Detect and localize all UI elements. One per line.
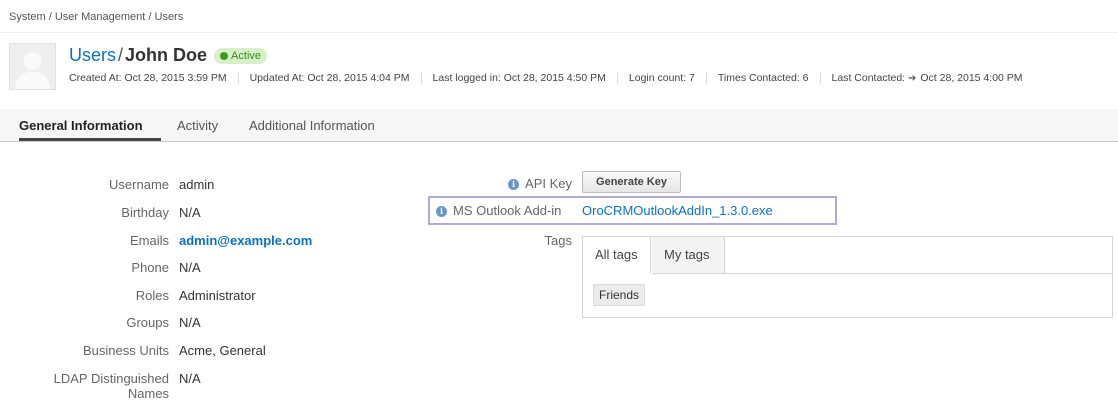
avatar	[9, 43, 56, 90]
tags-panel: All tags My tags Friends	[582, 236, 1113, 318]
created-at: Created At: Oct 28, 2015 3:59 PM	[69, 72, 227, 84]
divider	[0, 32, 1118, 33]
page-title: Users / John Doe Active	[69, 45, 268, 66]
ldap-label: LDAP Distinguished Names	[20, 371, 169, 401]
tab-additional-information[interactable]: Additional Information	[249, 109, 375, 140]
phone-value: N/A	[179, 260, 201, 275]
business-units-label: Business Units	[83, 343, 169, 358]
username-label: Username	[109, 177, 169, 192]
roles-value: Administrator	[179, 288, 256, 303]
outlook-addin-label-text: MS Outlook Add-in	[453, 203, 562, 218]
groups-label: Groups	[126, 315, 169, 330]
login-count: Login count: 7	[616, 72, 706, 84]
tab-general-information[interactable]: General Information	[19, 109, 161, 141]
info-icon[interactable]: i	[436, 206, 447, 217]
business-units-value: Acme, General	[179, 343, 266, 358]
tab-my-tags[interactable]: My tags	[652, 237, 725, 274]
ldap-label-line1: LDAP Distinguished	[53, 371, 169, 386]
outlook-addin-label: i MS Outlook Add-in	[436, 203, 561, 218]
status-dot-icon	[220, 51, 229, 60]
tab-bar: General Information Activity Additional …	[0, 109, 1118, 142]
users-link[interactable]: Users	[69, 45, 116, 66]
birthday-label: Birthday	[121, 205, 169, 220]
sign-in-icon: ➔	[908, 73, 917, 84]
ldap-value: N/A	[179, 371, 201, 386]
user-meta: Created At: Oct 28, 2015 3:59 PM Updated…	[69, 72, 1034, 84]
username-value: admin	[179, 177, 215, 192]
last-logged-in: Last logged in: Oct 28, 2015 4:50 PM	[420, 72, 617, 84]
breadcrumb: System / User Management / Users	[9, 11, 184, 23]
user-silhouette-icon	[15, 52, 50, 89]
emails-label: Emails	[129, 233, 169, 248]
tab-all-tags[interactable]: All tags	[583, 237, 651, 273]
tag-chip[interactable]: Friends	[593, 284, 646, 306]
ldap-label-line2: Names	[127, 386, 169, 401]
phone-label: Phone	[131, 260, 169, 275]
last-contacted: Last Contacted: ➔ Oct 28, 2015 4:00 PM	[819, 72, 1034, 84]
generate-key-button[interactable]: Generate Key	[582, 171, 681, 193]
status-badge: Active	[214, 47, 268, 64]
outlook-addin-download-link[interactable]: OroCRMOutlookAddIn_1.3.0.exe	[582, 203, 773, 218]
last-contacted-label: Last Contacted:	[831, 72, 906, 84]
status-label: Active	[231, 49, 262, 62]
email-link[interactable]: admin@example.com	[179, 233, 312, 248]
groups-value: N/A	[179, 315, 201, 330]
tab-activity[interactable]: Activity	[177, 109, 218, 140]
api-key-label: i API Key	[480, 176, 572, 191]
last-contacted-value: Oct 28, 2015 4:00 PM	[920, 72, 1023, 84]
user-name: John Doe	[125, 45, 208, 65]
title-separator: /	[118, 45, 124, 65]
times-contacted: Times Contacted: 6	[705, 72, 820, 84]
tag-tabs-divider	[722, 273, 1112, 274]
roles-label: Roles	[135, 288, 169, 303]
tags-label: Tags	[544, 233, 572, 248]
api-key-label-text: API Key	[525, 176, 572, 191]
updated-at: Updated At: Oct 28, 2015 4:04 PM	[237, 72, 421, 84]
info-icon[interactable]: i	[508, 179, 520, 190]
birthday-value: N/A	[179, 205, 201, 220]
